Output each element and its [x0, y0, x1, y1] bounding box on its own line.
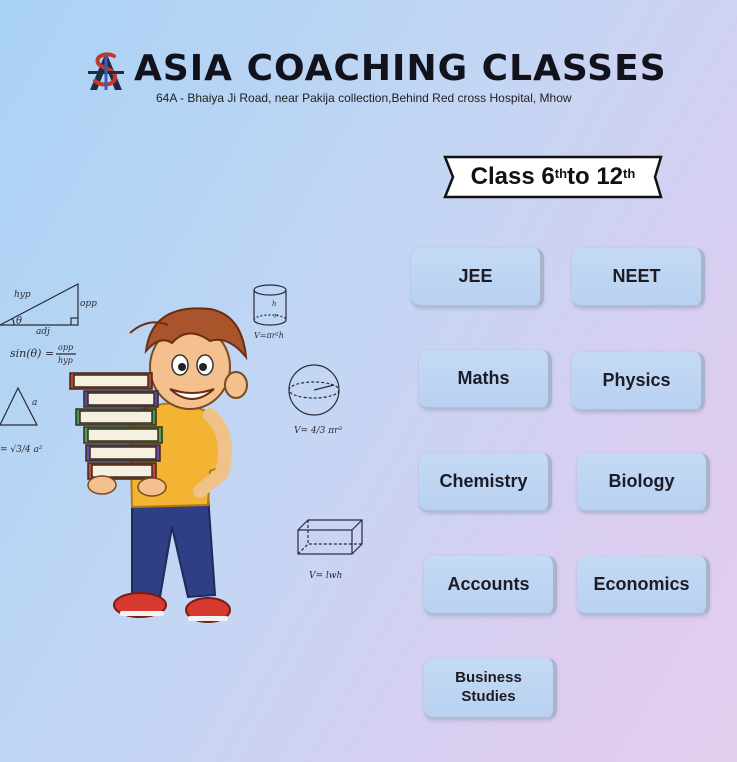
sin-formula: sin(θ) =	[10, 347, 54, 360]
cylinder-height-label: h	[272, 300, 277, 308]
triangle-side-label: a	[32, 398, 37, 408]
course-button-economics[interactable]: Economics	[577, 556, 710, 616]
cuboid-formula: V= lwh	[309, 571, 342, 581]
course-button-physics[interactable]: Physics	[572, 352, 705, 412]
class-range-text: Class 6th to 12th	[443, 155, 663, 199]
class-sup-2: th	[623, 165, 636, 181]
class-middle: to 12	[567, 163, 624, 190]
class-range-badge: Class 6th to 12th	[443, 155, 663, 199]
course-button-neet[interactable]: NEET	[572, 248, 705, 308]
course-button-business-studies[interactable]: Business Studies	[424, 658, 557, 720]
label-adj: adj	[36, 327, 50, 337]
business-label-line2: Studies	[461, 687, 516, 705]
course-button-maths[interactable]: Maths	[419, 350, 552, 410]
course-button-chemistry[interactable]: Chemistry	[419, 453, 552, 513]
course-button-jee[interactable]: JEE	[411, 248, 544, 308]
course-button-accounts[interactable]: Accounts	[424, 556, 557, 616]
business-label-line1: Business	[455, 668, 522, 686]
boy-with-books-illustration	[69, 307, 248, 623]
course-button-biology[interactable]: Biology	[577, 453, 710, 513]
label-hyp: hyp	[14, 290, 31, 300]
poster: ASIA COACHING CLASSES 64A - Bhaiya Ji Ro…	[0, 0, 737, 762]
class-sup-1: th	[554, 165, 568, 181]
sphere-formula: V= 4/3 πr³	[294, 426, 342, 436]
label-theta: θ	[16, 316, 22, 327]
class-prefix: Class 6	[470, 163, 555, 190]
triangle-area-formula: = √3/4 a²	[0, 444, 43, 455]
